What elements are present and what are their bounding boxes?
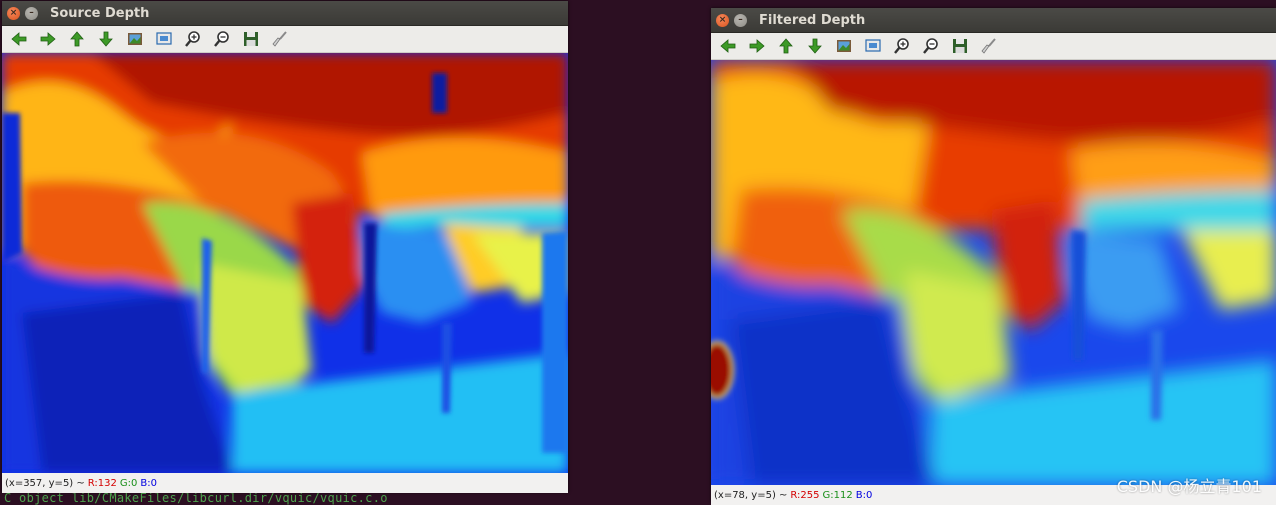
image-icon[interactable] <box>124 28 146 50</box>
depth-image-view[interactable] <box>2 53 568 473</box>
properties-brush-icon[interactable] <box>269 28 291 50</box>
fit-window-icon[interactable] <box>862 35 884 57</box>
titlebar: × – Source Depth <box>2 1 568 26</box>
toolbar <box>711 33 1276 60</box>
blue-value: B:0 <box>855 489 873 501</box>
save-icon[interactable] <box>240 28 262 50</box>
minimize-button[interactable]: – <box>734 13 747 27</box>
pixel-coords: (x=78, y=5) ~ <box>714 489 788 501</box>
arrow-right-icon[interactable] <box>37 28 59 50</box>
source-depth-window: × – Source Depth (x=357, y=5) ~ R:132 G:… <box>2 1 568 493</box>
blue-value: B:0 <box>140 477 157 489</box>
filtered-depth-image <box>711 60 1276 485</box>
image-icon[interactable] <box>833 35 855 57</box>
status-bar: (x=357, y=5) ~ R:132 G:0 B:0 <box>2 473 568 493</box>
close-button[interactable]: × <box>716 13 729 27</box>
pixel-coords: (x=357, y=5) ~ <box>5 477 85 489</box>
window-title: Source Depth <box>50 5 150 21</box>
arrow-left-icon[interactable] <box>8 28 30 50</box>
properties-brush-icon[interactable] <box>978 35 1000 57</box>
arrow-down-icon[interactable] <box>804 35 826 57</box>
arrow-down-icon[interactable] <box>95 28 117 50</box>
arrow-right-icon[interactable] <box>746 35 768 57</box>
zoom-out-icon[interactable] <box>211 28 233 50</box>
toolbar <box>2 26 568 53</box>
minimize-button[interactable]: – <box>25 6 38 20</box>
close-button[interactable]: × <box>7 6 20 20</box>
titlebar: × – Filtered Depth <box>711 8 1276 33</box>
green-value: G:112 <box>822 489 853 501</box>
fit-window-icon[interactable] <box>153 28 175 50</box>
zoom-out-icon[interactable] <box>920 35 942 57</box>
arrow-up-icon[interactable] <box>66 28 88 50</box>
depth-image-view[interactable] <box>711 60 1276 485</box>
watermark-text: CSDN @杨立青101 <box>1116 477 1262 496</box>
zoom-in-icon[interactable] <box>182 28 204 50</box>
save-icon[interactable] <box>949 35 971 57</box>
green-value: G:0 <box>119 477 138 489</box>
source-depth-image <box>2 53 568 473</box>
red-value: R:255 <box>790 489 820 501</box>
zoom-in-icon[interactable] <box>891 35 913 57</box>
arrow-left-icon[interactable] <box>717 35 739 57</box>
arrow-up-icon[interactable] <box>775 35 797 57</box>
red-value: R:132 <box>87 477 117 489</box>
window-title: Filtered Depth <box>759 12 866 28</box>
filtered-depth-window: × – Filtered Depth (x=78, y=5) ~ R:255 G… <box>711 8 1276 505</box>
